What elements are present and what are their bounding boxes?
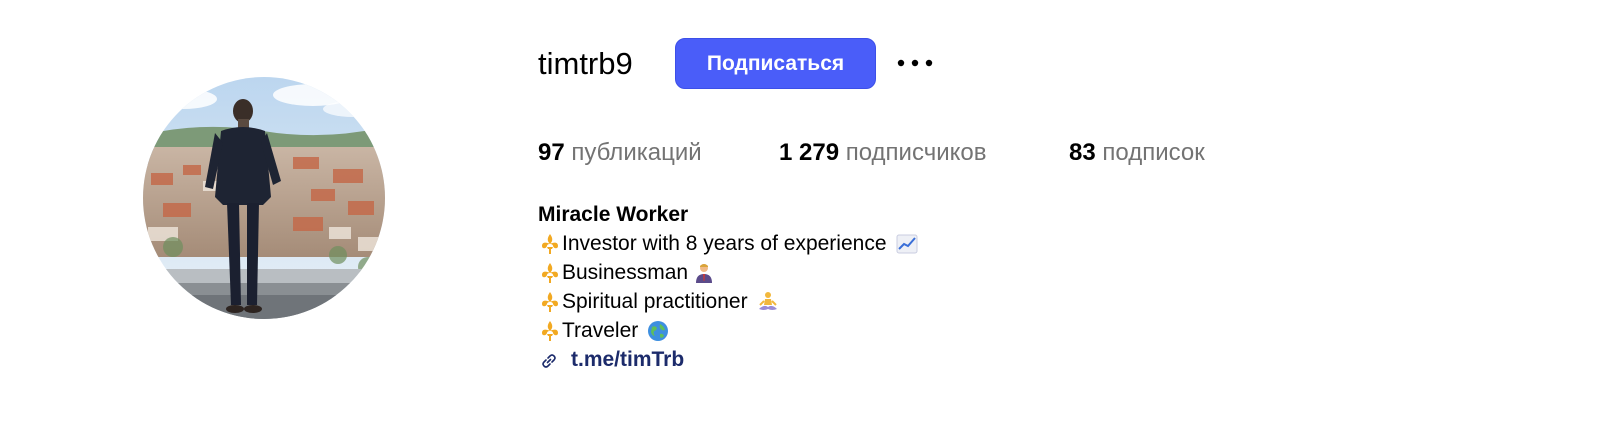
bio-link[interactable]: t.me/timTrb (571, 345, 684, 374)
avatar-photo (143, 77, 385, 319)
stat-followers-count: 1 279 (779, 139, 840, 166)
follow-button[interactable]: Подписаться (675, 38, 876, 89)
stat-following-label: подписок (1102, 139, 1205, 166)
bio-line-text: Spiritual practitioner (562, 290, 748, 313)
profile-header: timtrb9 Подписаться 97 публикаций 1 279 … (0, 0, 1600, 431)
bio-line: Businessman (538, 258, 919, 287)
stat-posts[interactable]: 97 публикаций (538, 137, 702, 169)
more-options-button[interactable] (893, 48, 937, 78)
more-options-icon (897, 59, 933, 67)
bio-line: Investor with 8 years of experience (538, 229, 919, 258)
stat-followers[interactable]: 1 279 подписчиков (779, 137, 986, 169)
bio-line-text: Investor with 8 years of experience (562, 232, 887, 255)
bio-line: Spiritual practitioner (538, 287, 919, 316)
fleur-de-lis-icon (538, 261, 562, 285)
stat-following-count: 83 (1069, 139, 1096, 166)
username[interactable]: timtrb9 (538, 44, 633, 84)
meditation-icon (756, 290, 780, 314)
bio-line-text: Businessman (562, 261, 689, 284)
stat-followers-label: подписчиков (845, 139, 987, 166)
bio-line-text: Traveler (562, 319, 639, 342)
stat-posts-label: публикаций (571, 139, 702, 166)
bio: Miracle Worker Investor with 8 years of … (538, 200, 919, 374)
stat-following[interactable]: 83 подписок (1069, 137, 1205, 169)
fleur-de-lis-icon (538, 290, 562, 314)
businessman-icon (692, 261, 716, 285)
link-icon (539, 350, 559, 370)
fleur-de-lis-icon (538, 319, 562, 343)
bio-name: Miracle Worker (538, 203, 689, 226)
fleur-de-lis-icon (538, 232, 562, 256)
globe-icon (646, 319, 670, 343)
avatar[interactable] (143, 77, 385, 319)
chart-increasing-icon (895, 232, 919, 256)
stat-posts-count: 97 (538, 139, 565, 166)
bio-link-row: t.me/timTrb (538, 345, 919, 374)
bio-line: Traveler (538, 316, 919, 345)
